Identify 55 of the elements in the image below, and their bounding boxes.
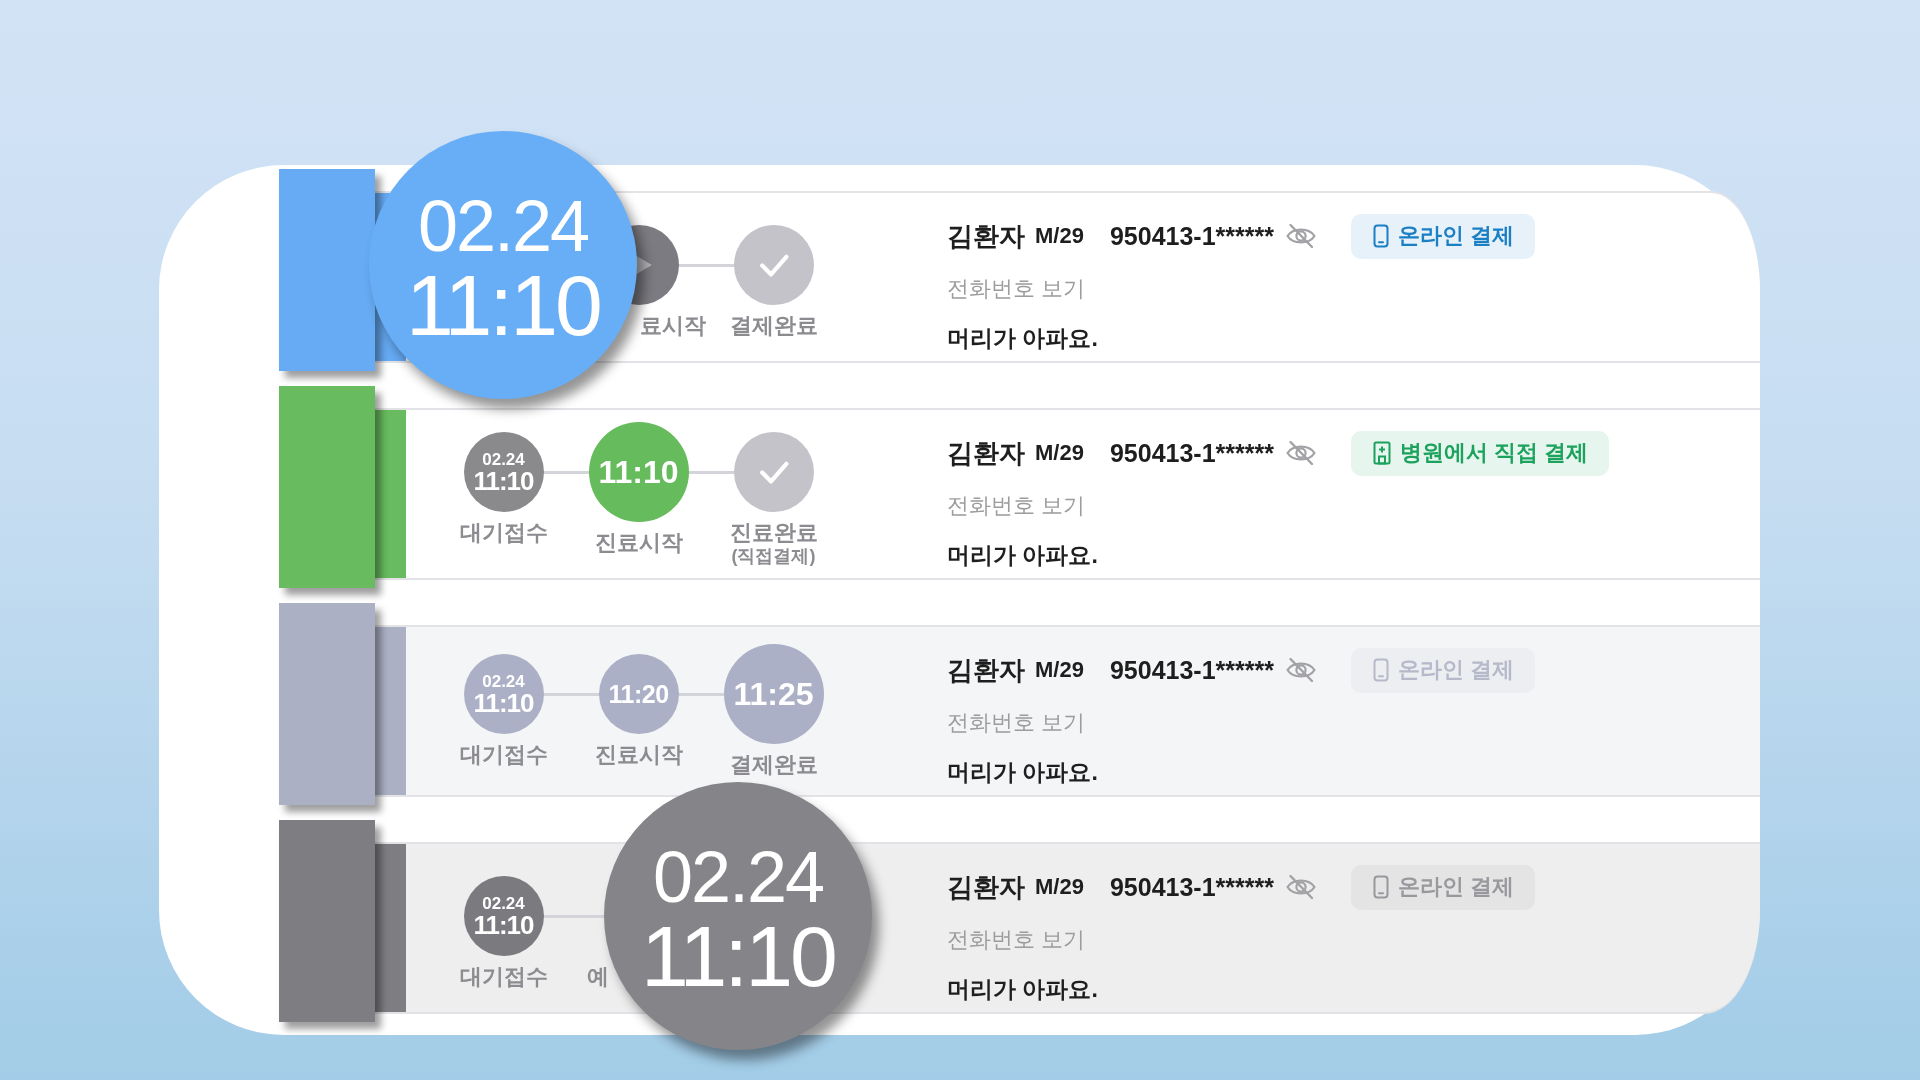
hospital-icon [1372,441,1391,465]
magnified-time: 11:10 [406,262,600,348]
id-number: 950413-1****** [1109,221,1274,251]
patient-name: 김환자 [947,653,1025,687]
patient-name: 김환자 [947,436,1025,470]
id-number: 950413-1****** [1109,655,1274,685]
step-label: 대기접수 [459,742,548,768]
sex-age: M/29 [1035,874,1084,900]
eye-slash-icon[interactable] [1284,439,1317,467]
step-label: 진료완료 [729,520,818,546]
view-phone-link[interactable]: 전화번호 보기 [947,485,1086,527]
step-note: (직접결제) [731,546,816,566]
symptom-text: 머리가 아파요. [947,324,1098,353]
payment-method-label: 온라인 결제 [1397,874,1515,900]
phone-icon [1372,658,1389,682]
payment-method-label: 온라인 결제 [1397,223,1515,249]
sex-age: M/29 [1035,440,1084,466]
phone-icon [1372,224,1389,248]
eye-slash-icon[interactable] [1284,873,1317,901]
id-number: 950413-1****** [1109,438,1274,468]
step-label: 진료시작 [594,530,683,556]
step-time: 11:10 [598,455,679,489]
sex-age: M/29 [1035,223,1084,249]
magnified-date: 02.24 [417,190,589,262]
step-time: 11:25 [733,677,814,711]
step-date: 02.24 [482,672,525,690]
magnified-time: 11:10 [641,913,835,999]
phone-icon [1372,875,1389,899]
sex-age: M/29 [1035,657,1084,683]
step-date: 02.24 [482,450,525,468]
step-date: 02.24 [482,894,525,912]
symptom-text: 머리가 아파요. [947,758,1098,787]
step-label: 예 [586,964,609,990]
step-label: 대기접수 [459,964,548,990]
eye-slash-icon[interactable] [1284,222,1317,250]
view-phone-link[interactable]: 전화번호 보기 [947,919,1086,961]
magnified-date: 02.24 [652,841,824,913]
view-phone-link[interactable]: 전화번호 보기 [947,702,1086,744]
step-time: 11:10 [473,911,534,938]
step-time: 11:10 [473,689,534,716]
id-number: 950413-1****** [1109,872,1274,902]
symptom-text: 머리가 아파요. [947,541,1098,570]
step-label: 진료시작 [594,742,683,768]
step-label: 결제완료 [729,313,818,339]
payment-method-label: 병원에서 직접 결제 [1399,440,1589,466]
step-label: 대기접수 [459,520,548,546]
step-label: 료시작 [639,313,706,339]
patient-name: 김환자 [947,219,1025,253]
symptom-text: 머리가 아파요. [947,975,1098,1004]
view-phone-link[interactable]: 전화번호 보기 [947,268,1086,310]
step-time: 11:20 [608,681,669,707]
step-time: 11:10 [473,467,534,494]
eye-slash-icon[interactable] [1284,656,1317,684]
step-label: 결제완료 [729,752,818,778]
patient-name: 김환자 [947,870,1025,904]
